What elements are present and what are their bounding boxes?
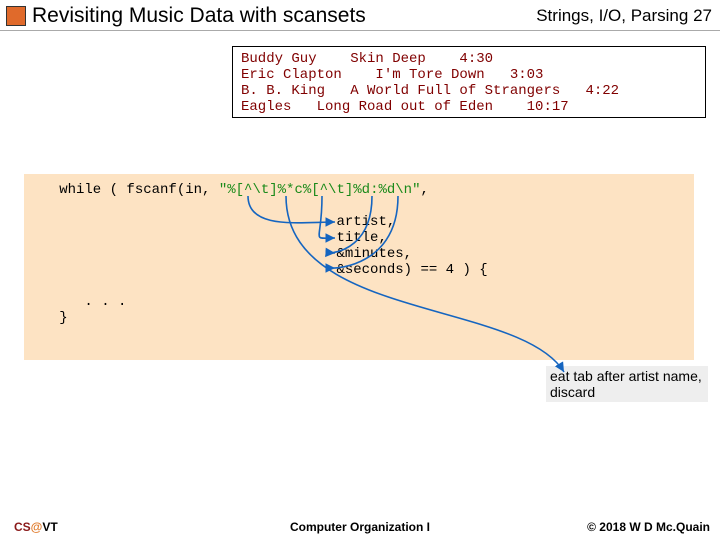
footer-right: © 2018 W D Mc.Quain (587, 520, 710, 534)
page-number: 27 (693, 6, 712, 25)
slide: Revisiting Music Data with scansets Stri… (0, 0, 720, 540)
footer-left: CS@VT (14, 520, 58, 534)
code-line-5: &minutes, (34, 246, 412, 262)
section-name: Strings, I/O, Parsing (536, 6, 688, 25)
header-square-icon (6, 6, 26, 26)
footer: Computer Organization I CS@VT © 2018 W D… (0, 518, 720, 534)
slide-title: Revisiting Music Data with scansets (32, 4, 366, 28)
header: Revisiting Music Data with scansets Stri… (0, 4, 720, 32)
footer-cs: CS (14, 520, 31, 534)
code-box: while ( fscanf(in, "%[^\t]%*c%[^\t]%d:%d… (24, 174, 694, 360)
data-line: Eagles Long Road out of Eden 10:17 (241, 99, 569, 115)
annotation-box: eat tab after artist name, discard (546, 366, 708, 402)
code-line-1-tail: , (420, 182, 428, 198)
code-line-6: &seconds) == 4 ) { (34, 262, 488, 278)
data-line: Eric Clapton I'm Tore Down 3:03 (241, 67, 543, 83)
data-line: B. B. King A World Full of Strangers 4:2… (241, 83, 619, 99)
code-line-4: title, (34, 230, 387, 246)
slide-section: Strings, I/O, Parsing 27 (536, 6, 712, 26)
code-format-string: "%[^\t]%*c%[^\t]%d:%d\n" (219, 182, 421, 198)
code-line-3: artist, (34, 214, 395, 230)
music-data-box: Buddy Guy Skin Deep 4:30 Eric Clapton I'… (232, 46, 706, 118)
data-line: Buddy Guy Skin Deep 4:30 (241, 51, 493, 67)
code-line-9: } (34, 310, 68, 326)
footer-at: @ (31, 520, 43, 534)
code-line-8: . . . (34, 294, 126, 310)
footer-vt: VT (42, 520, 57, 534)
header-divider (0, 30, 720, 31)
code-line-1-head: while ( fscanf(in, (34, 182, 219, 198)
